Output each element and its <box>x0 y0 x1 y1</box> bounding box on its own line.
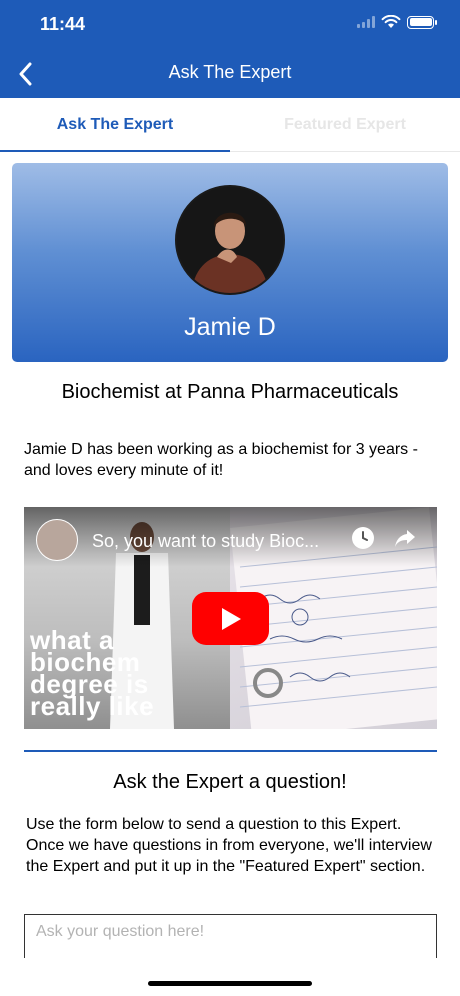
video-overlay-text: what a biochem degree is really like <box>30 625 155 721</box>
channel-avatar[interactable] <box>36 519 78 561</box>
play-icon <box>221 607 241 630</box>
active-tab-indicator <box>0 150 230 152</box>
ask-section-description: Use the form below to send a question to… <box>26 816 432 875</box>
expert-bio: Jamie D has been working as a biochemist… <box>24 441 418 479</box>
expert-name: Jamie D <box>184 313 276 341</box>
section-divider <box>24 750 437 752</box>
expert-card: Jamie D <box>12 163 448 362</box>
battery-icon <box>407 15 437 29</box>
expert-job-title: Biochemist at Panna Pharmaceuticals <box>61 381 399 403</box>
question-input[interactable] <box>24 914 437 964</box>
tab-ask-the-expert[interactable]: Ask The Expert <box>0 98 230 152</box>
play-button[interactable] <box>192 592 269 645</box>
cellular-signal-icon <box>357 16 375 28</box>
video-player[interactable]: So, you want to study Bioc... what a bio… <box>24 507 437 729</box>
page-title: Ask The Expert <box>168 62 292 82</box>
watch-later-icon[interactable] <box>351 526 375 550</box>
tab-featured-expert[interactable]: Featured Expert <box>230 98 460 152</box>
app-header: 11:44 Ask The Expert <box>0 0 460 98</box>
ask-section-title: Ask the Expert a question! <box>113 771 347 793</box>
tab-bar: Ask The Expert Featured Expert <box>0 98 460 152</box>
home-indicator <box>148 981 312 986</box>
video-title[interactable]: So, you want to study Bioc... <box>92 531 342 552</box>
person-photo <box>177 187 283 293</box>
wifi-icon <box>381 15 401 28</box>
expert-avatar <box>175 185 285 295</box>
status-icons <box>357 15 437 29</box>
status-time: 11:44 <box>40 14 86 34</box>
share-icon[interactable] <box>393 526 417 550</box>
